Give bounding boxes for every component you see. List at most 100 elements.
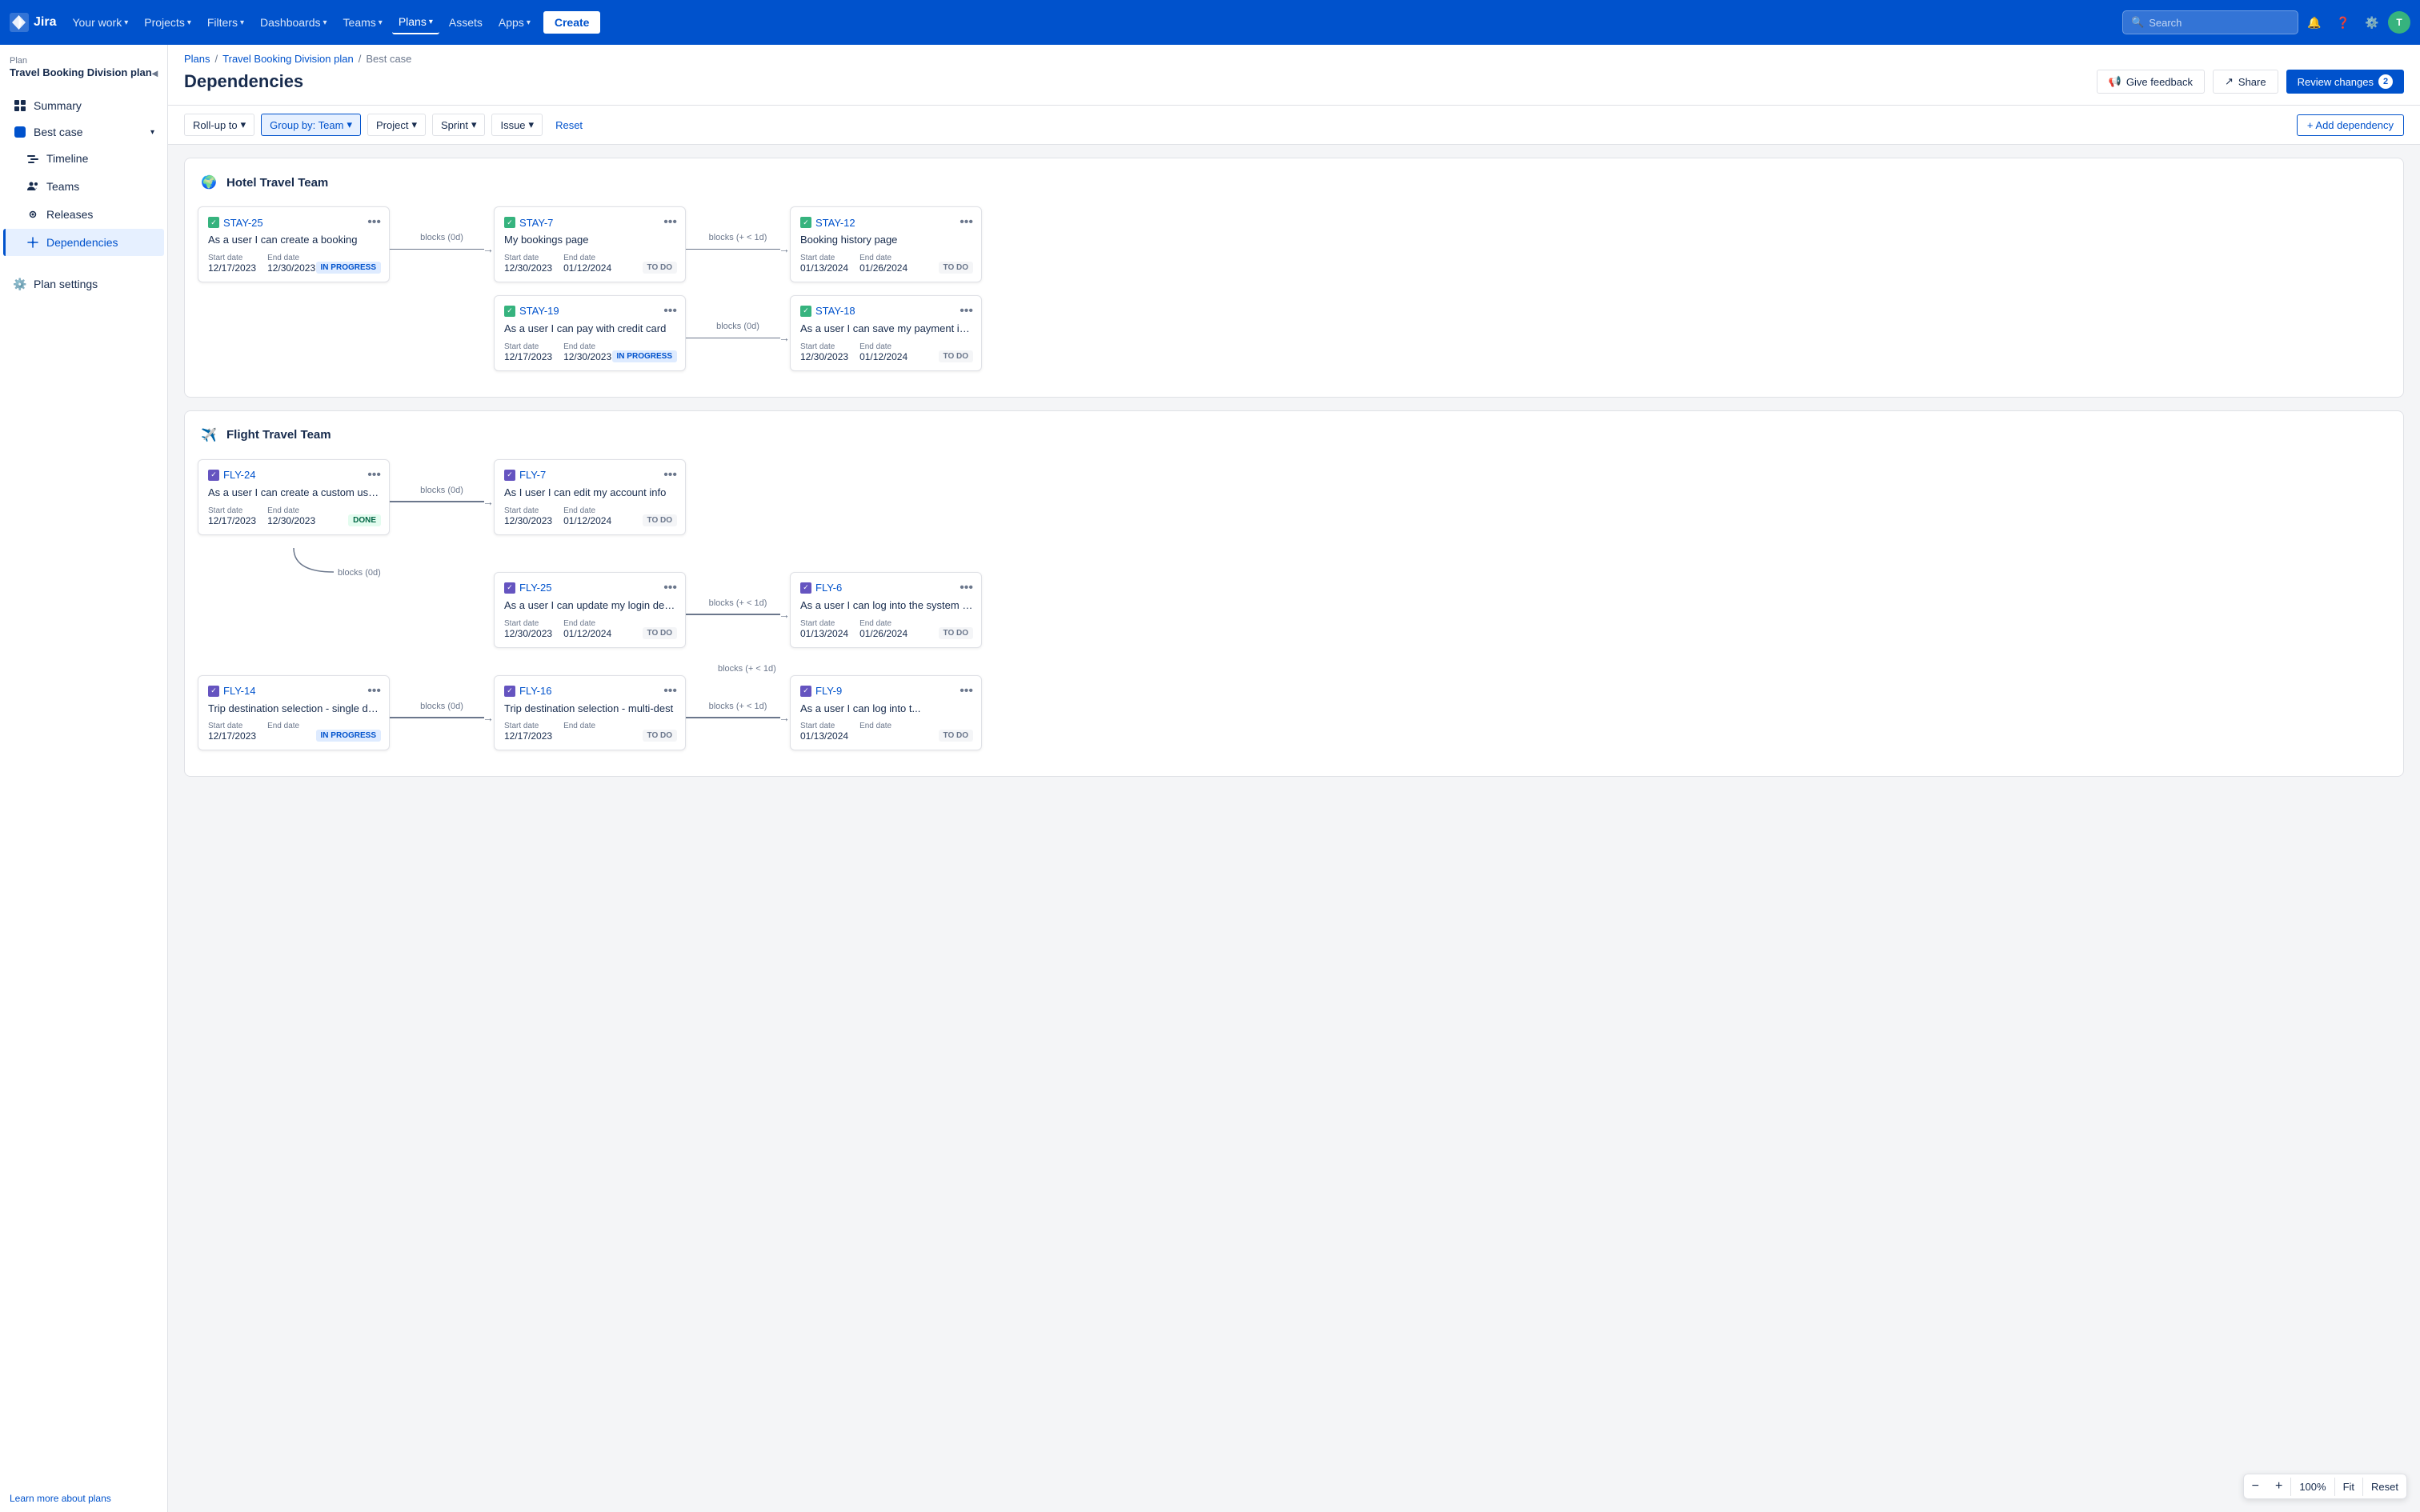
search-icon: 🔍 [2131,16,2144,29]
sidebar-item-label: Teams [46,180,79,193]
share-button[interactable]: ↗ Share [2213,70,2278,94]
card-menu-button[interactable]: ••• [663,215,677,230]
sidebar-item-label: Timeline [46,152,88,165]
card-fly-25[interactable]: ✓ FLY-25 ••• As a user I can update my l… [494,572,686,648]
card-title: My bookings page [504,234,677,247]
card-menu-button[interactable]: ••• [663,684,677,698]
megaphone-icon: 📢 [2109,75,2122,88]
sidebar-item-best-case[interactable]: Best case ▾ [3,120,164,144]
issue-icon: ✓ [800,217,811,228]
status-badge: DONE [348,514,381,526]
card-title: As a user I can save my payment inform..… [800,322,973,336]
hotel-dep-row-1: ✓ STAY-25 ••• As a user I can create a b… [198,206,2390,282]
notifications-button[interactable]: 🔔 [2302,10,2327,35]
sidebar-item-teams[interactable]: Teams [3,173,164,200]
card-title: As a user I can update my login details [504,599,677,613]
nav-apps[interactable]: Apps ▾ [492,11,537,34]
arrow-blocks-0d-2: blocks (0d) → [686,322,790,344]
nav-projects[interactable]: Projects ▾ [138,11,198,34]
teams-icon [26,179,40,194]
chevron-down-icon: ▾ [241,118,246,131]
sidebar-item-releases[interactable]: Releases [3,201,164,228]
zoom-reset-button[interactable]: Reset [2363,1478,2406,1496]
card-menu-button[interactable]: ••• [663,468,677,482]
breadcrumb-plan[interactable]: Travel Booking Division plan [222,53,354,65]
sidebar-item-dependencies[interactable]: Dependencies [3,229,164,256]
app-logo[interactable]: Jira [10,13,56,32]
card-fly-6[interactable]: ✓ FLY-6 ••• As a user I can log into the… [790,572,982,648]
settings-button[interactable]: ⚙️ [2359,10,2385,35]
nav-teams[interactable]: Teams ▾ [337,11,389,34]
chevron-down-icon: ▾ [187,18,191,27]
sidebar-item-label: Summary [34,99,82,112]
card-fly-14[interactable]: ✓ FLY-14 ••• Trip destination selection … [198,675,390,751]
status-badge: TO DO [939,350,973,362]
breadcrumb-current: Best case [366,53,411,65]
timeline-icon [26,151,40,166]
hotel-team-header: 🌍 Hotel Travel Team [198,171,2390,194]
card-fly-16[interactable]: ✓ FLY-16 ••• Trip destination selection … [494,675,686,751]
search-input[interactable]: 🔍 Search [2122,10,2298,34]
nav-filters[interactable]: Filters ▾ [201,11,250,34]
card-menu-button[interactable]: ••• [367,215,381,230]
add-dependency-button[interactable]: + Add dependency [2297,114,2404,136]
card-menu-button[interactable]: ••• [663,304,677,318]
zoom-out-button[interactable]: − [2244,1474,2267,1498]
card-stay-12[interactable]: ✓ STAY-12 ••• Booking history page Start… [790,206,982,282]
rollup-filter[interactable]: Roll-up to ▾ [184,114,254,136]
card-menu-button[interactable]: ••• [960,304,973,318]
groupby-filter[interactable]: Group by: Team ▾ [261,114,361,136]
card-fly-7[interactable]: ✓ FLY-7 ••• As I user I can edit my acco… [494,459,686,535]
card-menu-button[interactable]: ••• [663,581,677,595]
card-stay-19[interactable]: ✓ STAY-19 ••• As a user I can pay with c… [494,295,686,371]
zoom-fit-button[interactable]: Fit [2335,1478,2363,1496]
breadcrumb-plans[interactable]: Plans [184,53,210,65]
sidebar-item-label: Plan settings [34,278,98,290]
nav-assets[interactable]: Assets [443,11,489,34]
learn-more-link[interactable]: Learn more about plans [10,1493,111,1504]
nav-dashboards[interactable]: Dashboards ▾ [254,11,334,34]
card-stay-18[interactable]: ✓ STAY-18 ••• As a user I can save my pa… [790,295,982,371]
card-fly-9[interactable]: ✓ FLY-9 ••• As a user I can log into t..… [790,675,982,751]
card-menu-button[interactable]: ••• [960,215,973,230]
status-badge: TO DO [939,262,973,274]
sidebar-item-label: Dependencies [46,236,118,249]
page-title: Dependencies [184,71,303,92]
reset-button[interactable]: Reset [549,115,589,135]
status-badge: TO DO [939,627,973,639]
sidebar-item-plan-settings[interactable]: ⚙️ Plan settings [3,270,164,298]
flight-team-avatar: ✈️ [198,424,220,446]
grid-icon [13,98,27,113]
issue-icon: ✓ [208,686,219,697]
nav-plans[interactable]: Plans ▾ [392,10,439,34]
card-fly-24[interactable]: ✓ FLY-24 ••• As a user I can create a cu… [198,459,390,535]
card-menu-button[interactable]: ••• [367,684,381,698]
card-menu-button[interactable]: ••• [367,468,381,482]
nav-your-work[interactable]: Your work ▾ [66,11,134,34]
avatar[interactable]: T [2388,11,2410,34]
create-button[interactable]: Create [543,11,601,34]
releases-icon [26,207,40,222]
review-changes-button[interactable]: Review changes 2 [2286,70,2404,94]
status-badge: TO DO [939,730,973,742]
issue-filter[interactable]: Issue ▾ [491,114,543,136]
card-menu-button[interactable]: ••• [960,581,973,595]
zoom-in-button[interactable]: + [2267,1474,2290,1498]
arrow-label-fly16-fly9: blocks (+ < 1d) [718,661,2390,674]
card-title: Booking history page [800,234,973,247]
sidebar-collapse-button[interactable]: ◂ [152,66,158,80]
review-count-badge: 2 [2378,74,2393,89]
card-stay-25[interactable]: ✓ STAY-25 ••• As a user I can create a b… [198,206,390,282]
arrow-blocks-lt1d: blocks (+ < 1d) → [686,233,790,255]
help-button[interactable]: ❓ [2330,10,2356,35]
sidebar-item-timeline[interactable]: Timeline [3,145,164,172]
give-feedback-button[interactable]: 📢 Give feedback [2097,70,2205,94]
chevron-down-icon: ▾ [240,18,244,27]
issue-icon: ✓ [208,470,219,481]
sidebar: Plan Travel Booking Division plan ◂ Summ… [0,45,168,1512]
card-stay-7[interactable]: ✓ STAY-7 ••• My bookings page Start date… [494,206,686,282]
card-menu-button[interactable]: ••• [960,684,973,698]
sprint-filter[interactable]: Sprint ▾ [432,114,486,136]
sidebar-item-summary[interactable]: Summary [3,92,164,119]
project-filter[interactable]: Project ▾ [367,114,426,136]
